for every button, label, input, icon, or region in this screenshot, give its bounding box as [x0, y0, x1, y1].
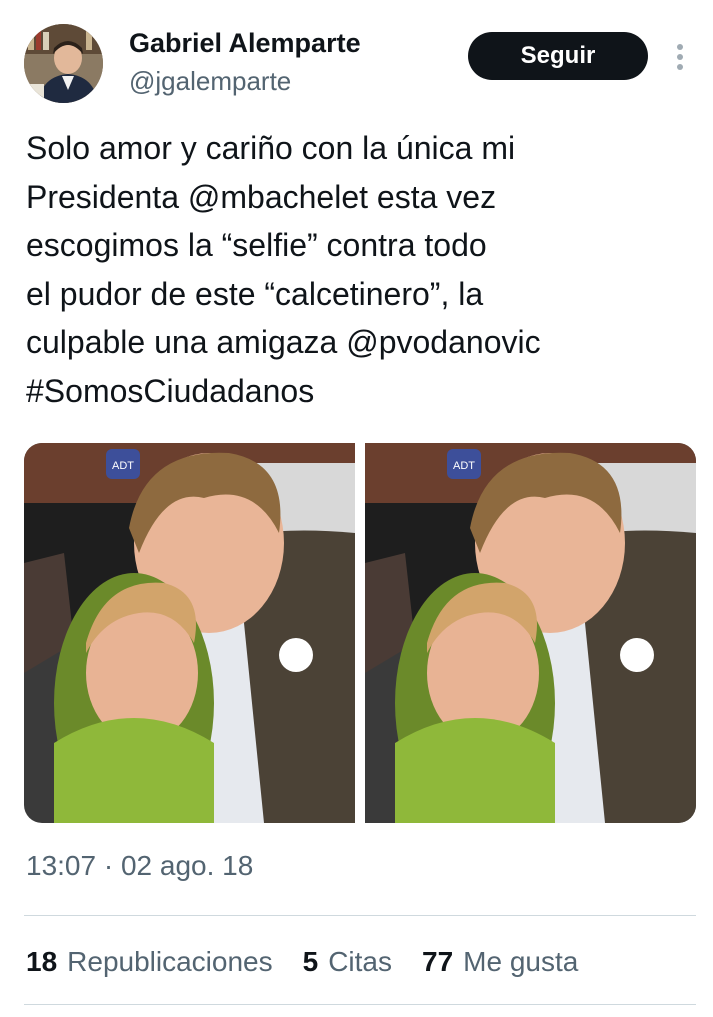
tweet-media: ADT ADT — [24, 443, 696, 823]
tweet-text: Solo amor y cariño con la única mi Presi… — [26, 130, 541, 409]
follow-button[interactable]: Seguir — [468, 32, 648, 80]
reposts-count: 18 — [26, 946, 58, 977]
avatar-image — [24, 24, 103, 103]
photo-badge-text: ADT — [453, 460, 475, 472]
photo-badge-text: ADT — [112, 460, 134, 472]
photo-1[interactable]: ADT — [24, 443, 355, 823]
likes-stat[interactable]: 77 Me gusta — [422, 946, 578, 978]
tweet-header: Gabriel Alemparte @jgalemparte Seguir — [24, 22, 689, 106]
engagement-stats: 18 Republicaciones 5 Citas 77 Me gusta — [26, 940, 608, 984]
quotes-stat[interactable]: 5 Citas — [303, 946, 392, 978]
likes-label: Me gusta — [463, 946, 579, 977]
quotes-count: 5 — [302, 946, 319, 977]
divider — [24, 915, 696, 916]
more-options-icon[interactable] — [670, 40, 690, 74]
photo-2[interactable]: ADT — [365, 443, 696, 823]
reposts-stat[interactable]: 18 Republicaciones — [26, 946, 273, 978]
reposts-label: Republicaciones — [67, 946, 273, 977]
tweet-timestamp[interactable]: 13:07 · 02 ago. 18 — [26, 850, 253, 882]
author-handle[interactable]: @jgalemparte — [129, 66, 291, 97]
likes-count: 77 — [422, 946, 454, 977]
divider — [24, 1004, 696, 1005]
author-avatar[interactable] — [24, 24, 103, 103]
quotes-label: Citas — [328, 946, 392, 977]
author-name[interactable]: Gabriel Alemparte — [129, 28, 361, 59]
